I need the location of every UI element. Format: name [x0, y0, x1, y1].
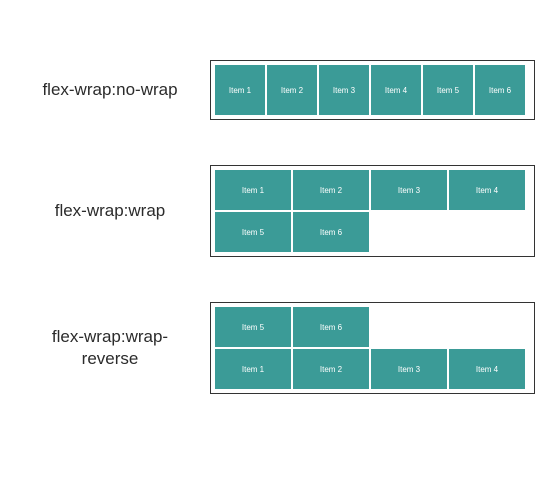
flex-item: Item 3: [370, 348, 448, 390]
flex-item: Item 6: [474, 64, 526, 116]
flex-container-wrap-reverse: Item 1 Item 2 Item 3 Item 4 Item 5 Item …: [210, 302, 535, 394]
flex-item: Item 5: [214, 211, 292, 253]
flex-item: Item 1: [214, 348, 292, 390]
example-wrap: flex-wrap:wrap Item 1 Item 2 Item 3 Item…: [25, 165, 535, 257]
flex-item: Item 3: [370, 169, 448, 211]
flex-item: Item 5: [214, 306, 292, 348]
flex-item: Item 6: [292, 211, 370, 253]
example-wrap-reverse: flex-wrap:wrap-reverse Item 1 Item 2 Ite…: [25, 302, 535, 394]
flex-item: Item 1: [214, 169, 292, 211]
flex-item: Item 5: [422, 64, 474, 116]
flex-item: Item 4: [448, 169, 526, 211]
flex-item: Item 3: [318, 64, 370, 116]
flex-item: Item 4: [370, 64, 422, 116]
label-wrap-reverse: flex-wrap:wrap-reverse: [25, 326, 195, 370]
flex-container-nowrap: Item 1 Item 2 Item 3 Item 4 Item 5 Item …: [210, 60, 535, 120]
flex-item: Item 4: [448, 348, 526, 390]
label-wrap: flex-wrap:wrap: [25, 200, 195, 222]
flex-item: Item 2: [292, 348, 370, 390]
example-nowrap: flex-wrap:no-wrap Item 1 Item 2 Item 3 I…: [25, 60, 535, 120]
flex-item: Item 2: [292, 169, 370, 211]
label-nowrap: flex-wrap:no-wrap: [25, 79, 195, 101]
flex-item: Item 2: [266, 64, 318, 116]
flex-container-wrap: Item 1 Item 2 Item 3 Item 4 Item 5 Item …: [210, 165, 535, 257]
flex-item: Item 6: [292, 306, 370, 348]
flex-item: Item 1: [214, 64, 266, 116]
